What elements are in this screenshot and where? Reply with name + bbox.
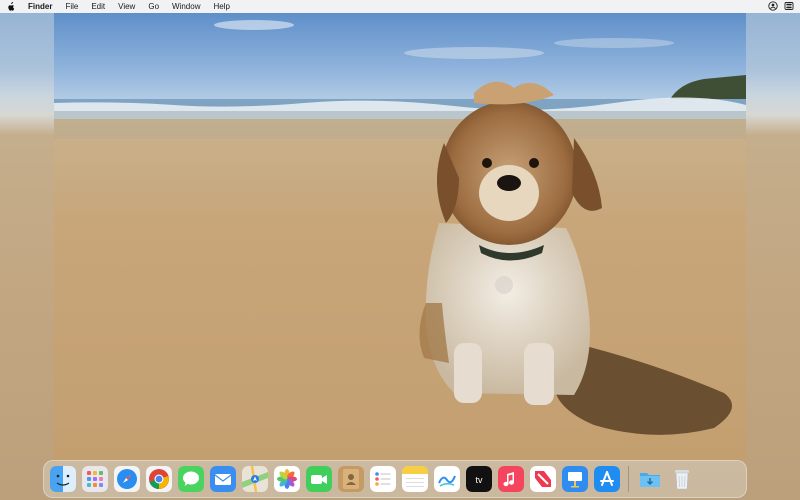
music-icon[interactable] (498, 466, 524, 492)
keynote-icon[interactable] (562, 466, 588, 492)
mail-icon[interactable] (210, 466, 236, 492)
dock-separator (628, 466, 629, 492)
menu-bar: Finder File Edit View Go Window Help (0, 0, 800, 13)
finder-icon[interactable] (50, 466, 76, 492)
notes-icon[interactable] (402, 466, 428, 492)
app-store-icon[interactable] (594, 466, 620, 492)
apple-menu-icon[interactable] (6, 1, 16, 12)
menu-help[interactable]: Help (213, 2, 229, 11)
photos-icon[interactable] (274, 466, 300, 492)
facetime-icon[interactable] (306, 466, 332, 492)
svg-text:tv: tv (475, 475, 483, 485)
user-switch-icon[interactable] (768, 0, 778, 13)
menu-view[interactable]: View (118, 2, 135, 11)
control-center-icon[interactable] (784, 1, 794, 13)
tv-icon[interactable]: tv (466, 466, 492, 492)
news-icon[interactable] (530, 466, 556, 492)
downloads-folder-icon[interactable] (637, 466, 663, 492)
menu-app-name[interactable]: Finder (28, 2, 52, 11)
menu-window[interactable]: Window (172, 2, 200, 11)
chrome-icon[interactable] (146, 466, 172, 492)
menu-file[interactable]: File (65, 2, 78, 11)
maps-icon[interactable] (242, 466, 268, 492)
messages-icon[interactable] (178, 466, 204, 492)
dock: tv (43, 460, 747, 498)
launchpad-icon[interactable] (82, 466, 108, 492)
reminders-icon[interactable] (370, 466, 396, 492)
menu-go[interactable]: Go (148, 2, 159, 11)
menu-edit[interactable]: Edit (91, 2, 105, 11)
contacts-icon[interactable] (338, 466, 364, 492)
freeform-icon[interactable] (434, 466, 460, 492)
wallpaper-photo (54, 13, 746, 460)
trash-icon[interactable] (669, 466, 695, 492)
safari-icon[interactable] (114, 466, 140, 492)
